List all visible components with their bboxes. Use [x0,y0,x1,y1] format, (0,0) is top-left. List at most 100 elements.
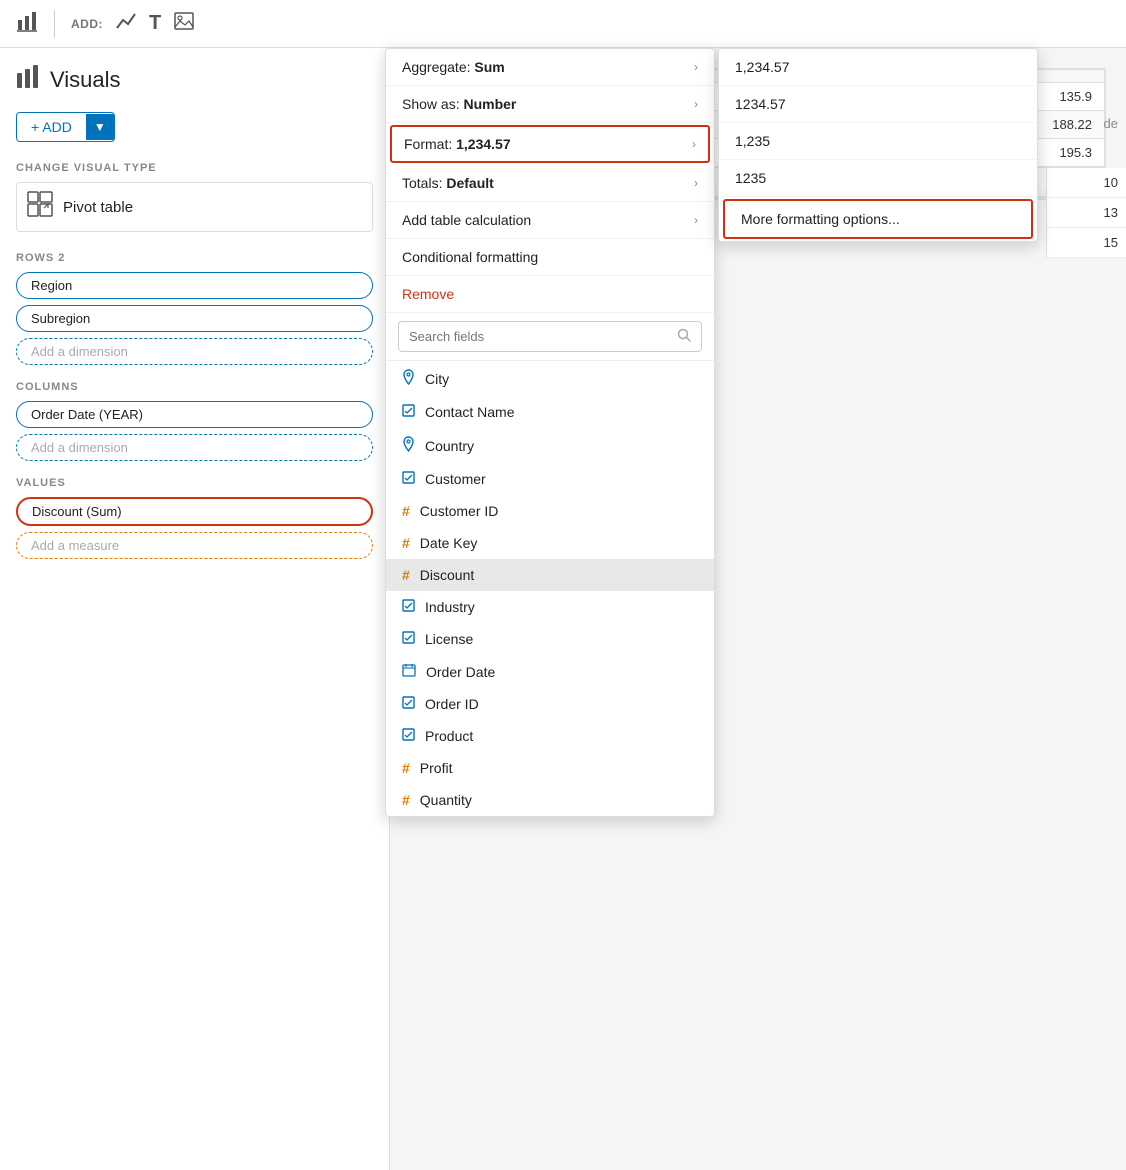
add-button-group[interactable]: + ADD ▼ [16,112,115,142]
columns-label: COLUMNS [16,381,373,393]
add-dimension-columns[interactable]: Add a dimension [16,434,373,461]
field-list-item-city[interactable]: City [386,361,714,396]
right-num-row: 13 [1047,198,1126,228]
pivot-icon [27,191,53,223]
text-icon[interactable]: T [149,12,161,35]
search-box[interactable] [398,321,702,352]
dimension-icon [402,728,415,744]
field-list-item-country[interactable]: Country [386,428,714,463]
change-visual-type-label: CHANGE VISUAL TYPE [16,162,373,174]
field-list-item-quantity[interactable]: # Quantity [386,784,714,816]
menu-item-aggregate[interactable]: Aggregate: Sum › [386,49,714,86]
add-dimension-rows[interactable]: Add a dimension [16,338,373,365]
table-calc-label: Add table calculation [402,212,531,228]
dimension-icon [402,471,415,487]
field-list-item-discount[interactable]: # Discount [386,559,714,591]
toolbar-add-label: ADD: [71,17,103,31]
conditional-formatting-label: Conditional formatting [402,249,538,265]
search-input[interactable] [409,329,669,344]
field-name-profit: Profit [420,760,453,776]
toolbar: ADD: T [0,0,1126,48]
context-menu: Aggregate: Sum › Show as: Number › Forma… [385,48,715,817]
field-list-item-customer[interactable]: Customer [386,463,714,495]
column-field-order-date[interactable]: Order Date (YEAR) [16,401,373,428]
pivot-table-label: Pivot table [63,199,133,216]
partial-text-de: de [1104,116,1118,131]
format-submenu: 1,234.57 1234.57 1,235 1235 More formatt… [718,48,1038,242]
hash-icon: # [402,792,410,808]
field-name-country: Country [425,438,474,454]
aggregate-label: Aggregate: Sum [402,59,505,75]
menu-item-conditional-formatting[interactable]: Conditional formatting [386,239,714,276]
field-name-date-key: Date Key [420,535,478,551]
field-name-industry: Industry [425,599,475,615]
sidebar: Visuals + ADD ▼ CHANGE VISUAL TYPE Pivot… [0,48,390,1170]
field-list-item-license[interactable]: License [386,623,714,655]
field-list-item-date-key[interactable]: # Date Key [386,527,714,559]
chevron-icon: › [694,97,698,111]
field-name-order-date: Order Date [426,664,495,680]
field-list-item-industry[interactable]: Industry [386,591,714,623]
menu-item-totals[interactable]: Totals: Default › [386,165,714,202]
visuals-title: Visuals [50,67,121,93]
hash-icon: # [402,535,410,551]
field-list: City Contact Name Country Customer # Cus… [386,361,714,816]
row-field-region[interactable]: Region [16,272,373,299]
menu-item-remove[interactable]: Remove [386,276,714,313]
values-label: VALUES [16,477,373,489]
chevron-icon: › [692,137,696,151]
totals-label: Totals: Default [402,175,494,191]
chevron-icon: › [694,213,698,227]
field-list-item-customer-id[interactable]: # Customer ID [386,495,714,527]
line-chart-icon[interactable] [115,10,137,37]
format-option-123457[interactable]: 1234.57 [719,86,1037,123]
dimension-icon [402,599,415,615]
add-dropdown-button[interactable]: ▼ [86,114,114,140]
menu-item-table-calc[interactable]: Add table calculation › [386,202,714,239]
add-measure[interactable]: Add a measure [16,532,373,559]
hash-icon: # [402,760,410,776]
field-list-item-product[interactable]: Product [386,720,714,752]
field-name-customer: Customer [425,471,486,487]
calendar-icon [402,663,416,680]
dimension-icon [402,696,415,712]
field-name-license: License [425,631,473,647]
image-icon[interactable] [173,10,195,37]
dimension-icon [402,404,415,420]
dimension-icon [402,631,415,647]
format-option-1235-plain[interactable]: 1235 [719,160,1037,197]
field-name-order-id: Order ID [425,696,479,712]
hash-icon: # [402,503,410,519]
hash-icon: # [402,567,410,583]
value-field-discount[interactable]: Discount (Sum) [16,497,373,526]
field-name-customer-id: Customer ID [420,503,499,519]
visual-type-selector[interactable]: Pivot table [16,182,373,232]
chart-icon[interactable] [16,10,38,37]
row-field-subregion[interactable]: Subregion [16,305,373,332]
field-name-contact-name: Contact Name [425,404,514,420]
field-list-item-order-id[interactable]: Order ID [386,688,714,720]
location-icon [402,369,415,388]
show-as-label: Show as: Number [402,96,516,112]
location-icon [402,436,415,455]
visuals-icon [16,64,42,96]
field-name-quantity: Quantity [420,792,472,808]
menu-item-show-as[interactable]: Show as: Number › [386,86,714,123]
field-list-item-contact-name[interactable]: Contact Name [386,396,714,428]
format-label: Format: 1,234.57 [404,136,511,152]
format-option-1235[interactable]: 1,235 [719,123,1037,160]
format-option-1234-57[interactable]: 1,234.57 [719,49,1037,86]
visuals-header: Visuals [16,64,373,96]
add-main-button[interactable]: + ADD [17,113,86,141]
toolbar-divider [54,10,55,38]
more-formatting-options-button[interactable]: More formatting options... [723,199,1033,239]
field-name-product: Product [425,728,473,744]
field-name-discount: Discount [420,567,474,583]
chevron-icon: › [694,60,698,74]
rows-label: ROWS 2 [16,252,373,264]
field-list-item-order-date[interactable]: Order Date [386,655,714,688]
field-list-item-profit[interactable]: # Profit [386,752,714,784]
chevron-icon: › [694,176,698,190]
menu-item-format[interactable]: Format: 1,234.57 › [390,125,710,163]
right-num-row: 15 [1047,228,1126,258]
